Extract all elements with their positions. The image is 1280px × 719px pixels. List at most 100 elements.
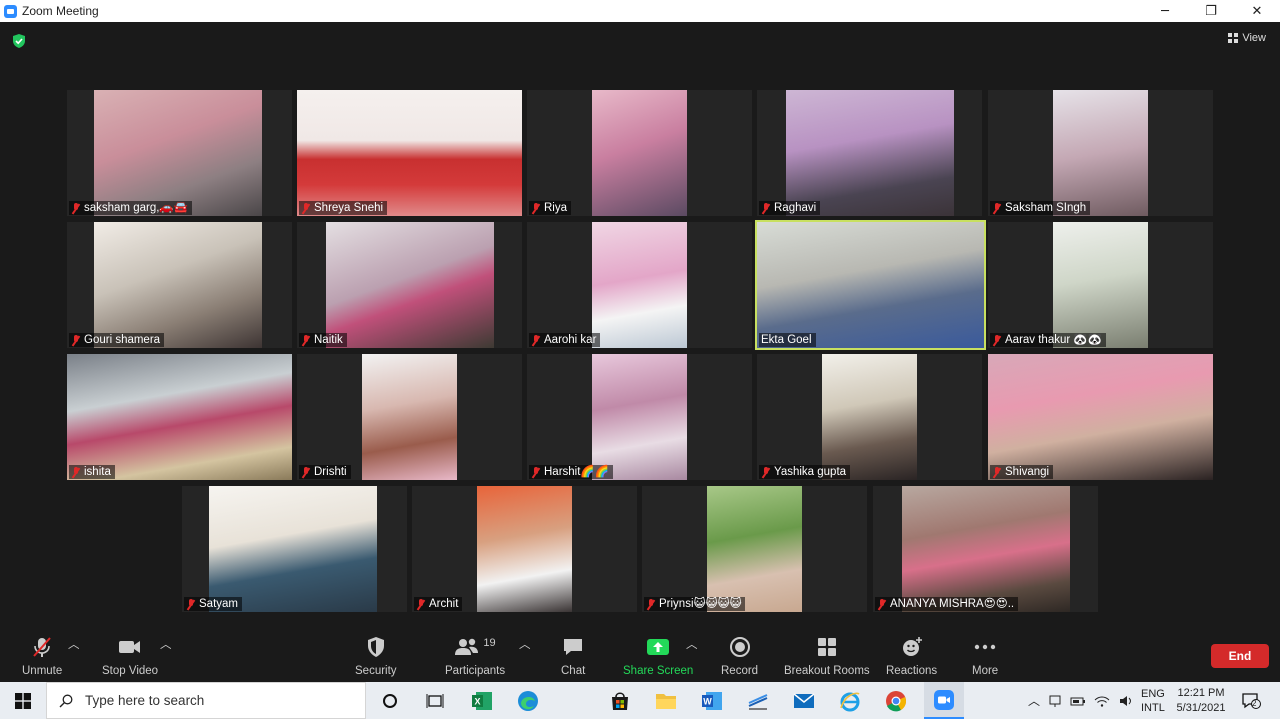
share-screen-button[interactable]: Share Screen: [623, 636, 693, 677]
participant-tile[interactable]: Priynsi😺😺😺😺: [642, 486, 867, 612]
unmute-button[interactable]: Unmute: [22, 636, 62, 677]
internet-explorer-icon[interactable]: [834, 685, 865, 716]
muted-mic-icon: [992, 466, 1002, 478]
participant-video: [1053, 222, 1148, 348]
participants-button[interactable]: 19 Participants: [445, 636, 505, 677]
participants-label: Participants: [445, 665, 506, 677]
camera-tray-icon[interactable]: [1048, 694, 1062, 708]
participant-tile[interactable]: ANANYA MISHRA😍😍..: [873, 486, 1098, 612]
cortana-icon[interactable]: [374, 685, 405, 716]
search-icon: [59, 694, 73, 707]
participant-tile[interactable]: Riya: [527, 90, 752, 216]
minimize-button[interactable]: ─: [1142, 0, 1188, 22]
share-screen-arrow-icon: [647, 639, 670, 655]
breakout-rooms-button[interactable]: Breakout Rooms: [784, 636, 870, 677]
participant-tile[interactable]: Yashika gupta: [757, 354, 982, 480]
mail-icon[interactable]: [788, 685, 819, 716]
security-button[interactable]: Security: [355, 636, 397, 677]
share-options-caret[interactable]: ︿: [686, 636, 698, 652]
stop-video-button[interactable]: Stop Video: [102, 636, 158, 677]
record-button[interactable]: Record: [721, 636, 758, 677]
zoom-taskbar-icon[interactable]: [924, 682, 964, 719]
participant-name-label: Aarav thakur 🐼🐼: [990, 333, 1107, 347]
muted-mic-icon: [877, 598, 887, 610]
view-button[interactable]: View: [1228, 32, 1266, 44]
reactions-button[interactable]: Reactions: [886, 636, 937, 677]
windows-logo-icon: [15, 692, 31, 709]
volume-icon[interactable]: [1118, 694, 1134, 708]
participants-options-caret[interactable]: ︿: [519, 636, 531, 652]
file-explorer-icon[interactable]: [650, 685, 681, 716]
video-options-caret[interactable]: ︿: [160, 636, 172, 652]
word-icon[interactable]: W: [696, 685, 727, 716]
participant-name-label: Shreya Snehi: [299, 201, 388, 215]
participant-tile[interactable]: Archit: [412, 486, 637, 612]
participant-video: [326, 222, 494, 348]
chrome-icon[interactable]: [880, 685, 911, 716]
end-meeting-button[interactable]: End: [1211, 644, 1269, 668]
restore-button[interactable]: ❐: [1188, 0, 1234, 22]
store-icon[interactable]: [604, 685, 635, 716]
meeting-area: View saksham garg,🚗🚘 Shreya Snehi Riya R…: [0, 22, 1280, 632]
muted-mic-icon: [761, 466, 771, 478]
participant-video: [362, 354, 457, 480]
excel-icon[interactable]: X: [466, 685, 497, 716]
participant-video: [67, 354, 292, 480]
show-hidden-icons-chevron-icon[interactable]: ︿: [1028, 692, 1040, 709]
system-tray: ︿: [1028, 682, 1134, 719]
participant-video: [477, 486, 572, 612]
edge-browser-icon[interactable]: [512, 685, 543, 716]
svg-text:W: W: [703, 696, 712, 706]
participant-tile[interactable]: Shreya Snehi: [297, 90, 522, 216]
participant-tile[interactable]: saksham garg,🚗🚘: [67, 90, 292, 216]
battery-icon[interactable]: [1070, 695, 1086, 707]
more-label: More: [972, 665, 999, 677]
keyboard-layout: INTL: [1141, 701, 1165, 714]
participant-tile[interactable]: ishita: [67, 354, 292, 480]
clock[interactable]: 12:21 PM 5/31/2021: [1172, 682, 1230, 719]
muted-mic-icon: [71, 466, 81, 478]
taskbar-search-box[interactable]: Type here to search: [46, 682, 366, 719]
participant-tile[interactable]: Satyam: [182, 486, 407, 612]
participant-name-label: Shivangi: [990, 465, 1054, 479]
action-center-button[interactable]: 2: [1240, 682, 1262, 719]
security-label: Security: [355, 665, 397, 677]
participant-tile[interactable]: Shivangi: [988, 354, 1213, 480]
wifi-icon[interactable]: [1094, 695, 1110, 707]
chat-button[interactable]: Chat: [561, 636, 585, 677]
share-screen-label: Share Screen: [623, 665, 694, 677]
zoom-app-icon: [4, 4, 17, 18]
whiteboard-icon[interactable]: [742, 685, 773, 716]
more-dots-icon: [974, 644, 996, 650]
participant-tile[interactable]: Aarohi kar: [527, 222, 752, 348]
more-button[interactable]: More: [972, 636, 998, 677]
participant-tile[interactable]: Gouri shamera: [67, 222, 292, 348]
participant-name-label: Harshit🌈🌈: [529, 465, 614, 479]
language-indicator[interactable]: ENG INTL: [1141, 682, 1165, 719]
window-title: Zoom Meeting: [22, 4, 99, 18]
language-code: ENG: [1141, 687, 1165, 700]
stop-video-label: Stop Video: [102, 665, 159, 677]
participant-tile[interactable]: Harshit🌈🌈: [527, 354, 752, 480]
participant-video: [94, 90, 262, 216]
muted-mic-icon: [71, 202, 81, 214]
participant-tile[interactable]: Naitik: [297, 222, 522, 348]
muted-mic-icon: [71, 334, 81, 346]
audio-options-caret[interactable]: ︿: [68, 636, 80, 652]
participant-video: [209, 486, 377, 612]
participant-video: [988, 354, 1213, 480]
notification-icon: [1242, 692, 1261, 709]
participant-tile[interactable]: Aarav thakur 🐼🐼: [988, 222, 1213, 348]
close-button[interactable]: ✕: [1234, 0, 1280, 22]
participant-name-label: ANANYA MISHRA😍😍..: [875, 597, 1019, 611]
participant-tile[interactable]: Drishti: [297, 354, 522, 480]
participant-tile[interactable]: Saksham SIngh: [988, 90, 1213, 216]
participant-video: [1053, 90, 1148, 216]
encryption-shield-icon[interactable]: [12, 34, 26, 48]
participant-tile[interactable]: Raghavi: [757, 90, 982, 216]
participant-video: [902, 486, 1070, 612]
participant-name-label: saksham garg,🚗🚘: [69, 201, 193, 215]
start-button[interactable]: [0, 682, 46, 719]
participant-tile-active-speaker[interactable]: Ekta Goel: [755, 220, 986, 350]
task-view-icon[interactable]: [419, 685, 450, 716]
